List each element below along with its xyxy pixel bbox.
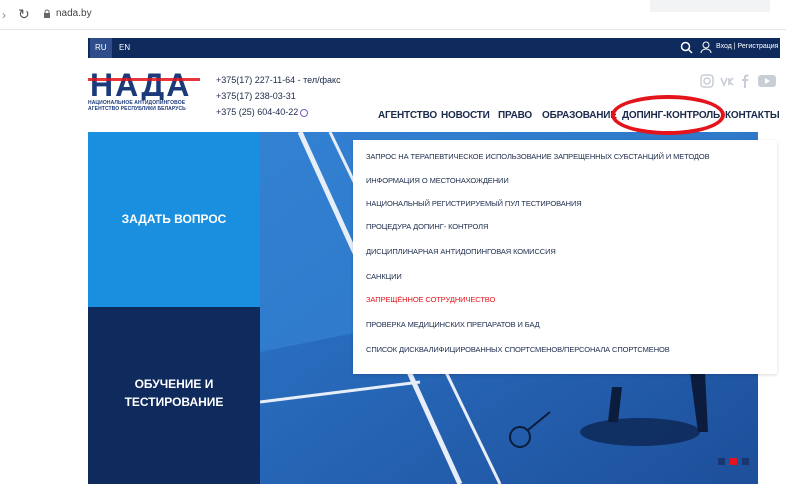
logo-letters: НАДА [90,67,191,100]
training-testing-tile[interactable]: ОБУЧЕНИЕ И ТЕСТИРОВАНИЕ [88,307,260,484]
phone-line-3-text[interactable]: +375 (25) 604-40-22 [216,107,298,117]
vk-icon[interactable] [720,74,734,88]
dropdown-item-tue-request[interactable]: ЗАПРОС НА ТЕРАПЕВТИЧЕСКОЕ ИСПОЛЬЗОВАНИЕ … [366,152,710,161]
forward-arrow-icon[interactable]: › [2,8,6,22]
phone-line-2[interactable]: +375(17) 238-03-31 [216,88,341,104]
nav-item-education[interactable]: ОБРАЗОВАНИЕ [542,110,617,121]
training-testing-label-2: ТЕСТИРОВАНИЕ [124,395,224,409]
dropdown-item-disqualified-list[interactable]: СПИСОК ДИСКВАЛИФИЦИРОВАННЫХ СПОРТСМЕНОВ/… [366,345,670,354]
user-icon[interactable] [700,41,712,54]
dropdown-item-medication-check[interactable]: ПРОВЕРКА МЕДИЦИНСКИХ ПРЕПАРАТОВ И БАД [366,320,540,329]
dropdown-item-whereabouts[interactable]: ИНФОРМАЦИЯ О МЕСТОНАХОЖДЕНИИ [366,176,509,185]
url-text[interactable]: nada.by [56,8,92,19]
search-icon[interactable] [680,41,693,54]
pager-dot-3[interactable] [742,458,749,465]
doping-control-dropdown: ЗАПРОС НА ТЕРАПЕВТИЧЕСКОЕ ИСПОЛЬЗОВАНИЕ … [353,140,777,374]
dropdown-item-registered-pool[interactable]: НАЦИОНАЛЬНЫЙ РЕГИСТРИРУЕМЫЙ ПУЛ ТЕСТИРОВ… [366,199,582,208]
nada-logo[interactable]: НАДА НАЦИОНАЛЬНОЕ АНТИДОПИНГОВОЕ АГЕНТСТ… [88,66,200,124]
browser-address-bar: › ↻ nada.by [0,0,786,30]
ask-question-label: ЗАДАТЬ ВОПРОС [121,212,227,226]
nav-item-contacts[interactable]: КОНТАКТЫ [725,110,780,121]
lang-ru-button[interactable]: RU [90,38,112,58]
reload-icon[interactable]: ↻ [18,6,30,23]
highlight-annotation-ring [611,95,725,135]
dropdown-item-disciplinary-commission[interactable]: ДИСЦИПЛИНАРНАЯ АНТИДОПИНГОВАЯ КОМИССИЯ [366,247,556,256]
nav-item-agency[interactable]: АГЕНТСТВО [378,110,437,121]
login-register-link[interactable]: Вход | Регистрация [716,43,778,50]
top-strip: RU EN Вход | Регистрация [88,38,780,58]
nav-item-news[interactable]: НОВОСТИ [441,110,490,121]
instagram-icon[interactable] [700,74,714,88]
phone-line-1[interactable]: +375(17) 227-11-64 - тел/факс [216,72,341,88]
logo-caption: НАЦИОНАЛЬНОЕ АНТИДОПИНГОВОЕ АГЕНТСТВО РЕ… [88,100,200,112]
pager-dot-1[interactable] [718,458,725,465]
dropdown-item-prohibited-association[interactable]: ЗАПРЕЩЁННОЕ СОТРУДНИЧЕСТВО [366,295,495,304]
logo-caption-line2: АГЕНТСТВО РЕСПУБЛИКИ БЕЛАРУСЬ [88,106,186,112]
dropdown-item-procedure[interactable]: ПРОЦЕДУРА ДОПИНГ- КОНТРОЛЯ [366,222,488,231]
logo-mark: НАДА [88,66,200,103]
youtube-icon[interactable] [758,74,776,88]
nav-item-law[interactable]: ПРАВО [498,110,532,121]
lang-en-button[interactable]: EN [114,38,135,58]
phone-line-3: +375 (25) 604-40-22 [216,104,341,120]
ask-question-tile[interactable]: ЗАДАТЬ ВОПРОС [88,132,260,307]
contact-phones: +375(17) 227-11-64 - тел/факс +375(17) 2… [216,72,341,120]
tab-strip [650,0,770,12]
pager-dot-2[interactable] [730,458,737,465]
viber-icon[interactable] [300,108,309,117]
training-testing-label-1: ОБУЧЕНИЕ И [134,377,214,391]
facebook-icon[interactable] [738,74,752,88]
dropdown-item-sanctions[interactable]: САНКЦИИ [366,272,402,281]
lock-icon [44,9,50,18]
